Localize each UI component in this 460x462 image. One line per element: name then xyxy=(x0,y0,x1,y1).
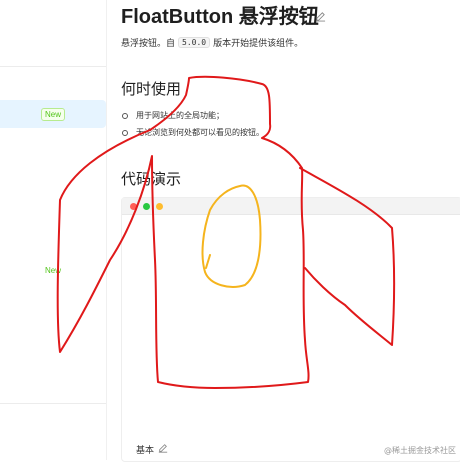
edit-icon[interactable] xyxy=(158,443,168,456)
sidebar-divider xyxy=(0,403,106,404)
bullet-icon xyxy=(122,129,128,136)
sidebar: New New xyxy=(0,0,107,460)
demo-title-text: 基本 xyxy=(136,446,155,456)
sidebar-new-badge: New xyxy=(45,266,62,275)
edit-icon[interactable] xyxy=(315,7,326,26)
demo-card xyxy=(121,197,460,462)
sidebar-new-badge: New xyxy=(41,108,66,121)
list-item: 无论浏览到何处都可以看见的按钮。 xyxy=(122,124,264,141)
when-to-use-heading: 何时使用 xyxy=(121,80,182,98)
window-minimize-dot xyxy=(156,203,163,210)
demo-window-bar xyxy=(122,198,460,215)
intro-prefix: 悬浮按钮。自 xyxy=(121,39,176,49)
demo-title: 基本 xyxy=(136,443,168,456)
list-item: 用于网站上的全局功能； xyxy=(122,107,264,124)
sidebar-divider xyxy=(0,66,106,67)
bullet-icon xyxy=(122,112,128,119)
watermark: @稀土掘金技术社区 xyxy=(384,446,456,455)
intro-suffix: 版本开始提供该组件。 xyxy=(213,39,304,49)
when-to-use-list: 用于网站上的全局功能； 无论浏览到何处都可以看见的按钮。 xyxy=(122,107,264,141)
demos-heading: 代码演示 xyxy=(121,170,182,188)
window-close-dot xyxy=(130,203,137,210)
intro-text: 悬浮按钮。自 5.0.0 版本开始提供该组件。 xyxy=(121,36,303,49)
page-title: FloatButton 悬浮按钮 xyxy=(121,6,319,28)
window-maximize-dot xyxy=(143,203,150,210)
version-tag: 5.0.0 xyxy=(178,37,211,48)
